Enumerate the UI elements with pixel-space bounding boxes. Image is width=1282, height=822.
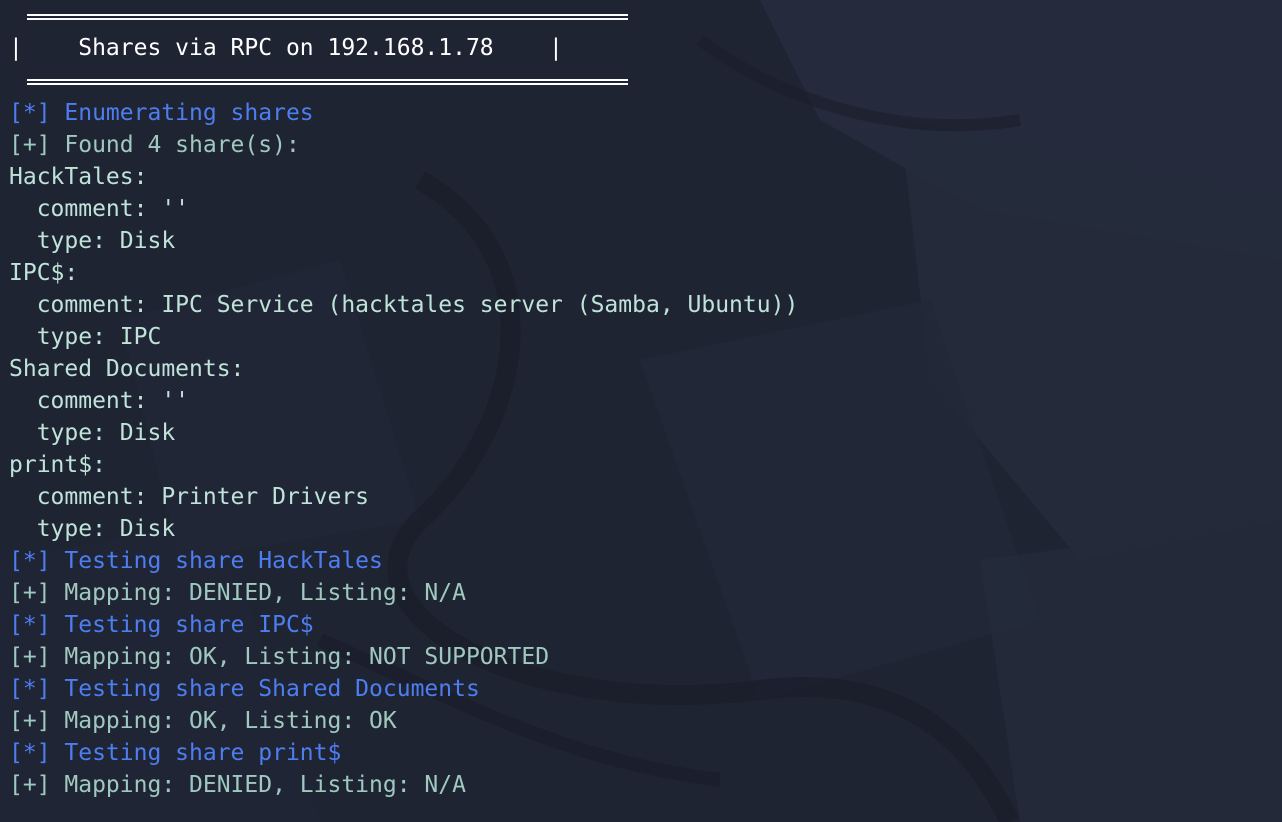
- terminal-line: [+] Mapping: OK, Listing: NOT SUPPORTED: [9, 644, 550, 670]
- terminal-line: comment: Printer Drivers: [9, 484, 370, 510]
- terminal-line: [+] Found 4 share(s):: [9, 132, 300, 158]
- terminal-line: HackTales:: [9, 164, 148, 190]
- banner-title: | Shares via RPC on 192.168.1.78 |: [9, 35, 563, 61]
- terminal-line: [*] Testing share Shared Documents: [9, 676, 480, 702]
- terminal-line: [+] Mapping: DENIED, Listing: N/A: [9, 580, 466, 606]
- terminal-line: [*] Testing share HackTales: [9, 548, 383, 574]
- terminal-line: [*] Enumerating shares: [9, 100, 314, 126]
- terminal-line: [+] Mapping: DENIED, Listing: N/A: [9, 772, 466, 798]
- terminal-line: IPC$:: [9, 260, 79, 286]
- terminal-line: type: Disk: [9, 420, 176, 446]
- terminal-line: type: Disk: [9, 516, 176, 542]
- terminal-line: comment: IPC Service (hacktales server (…: [9, 292, 799, 318]
- terminal-line: comment: '': [9, 196, 190, 222]
- banner-top-rule: [27, 14, 628, 20]
- terminal-line: [*] Testing share IPC$: [9, 612, 314, 638]
- terminal-output[interactable]: | Shares via RPC on 192.168.1.78 | [*] E…: [0, 0, 1282, 822]
- terminal-line: [+] Mapping: OK, Listing: OK: [9, 708, 397, 734]
- terminal-line: [*] Testing share print$: [9, 740, 342, 766]
- terminal-line: print$:: [9, 452, 106, 478]
- banner-bottom-rule: [27, 79, 628, 85]
- terminal-line: type: IPC: [9, 324, 162, 350]
- terminal-line: Shared Documents:: [9, 356, 245, 382]
- terminal-line: comment: '': [9, 388, 190, 414]
- terminal-line: type: Disk: [9, 228, 176, 254]
